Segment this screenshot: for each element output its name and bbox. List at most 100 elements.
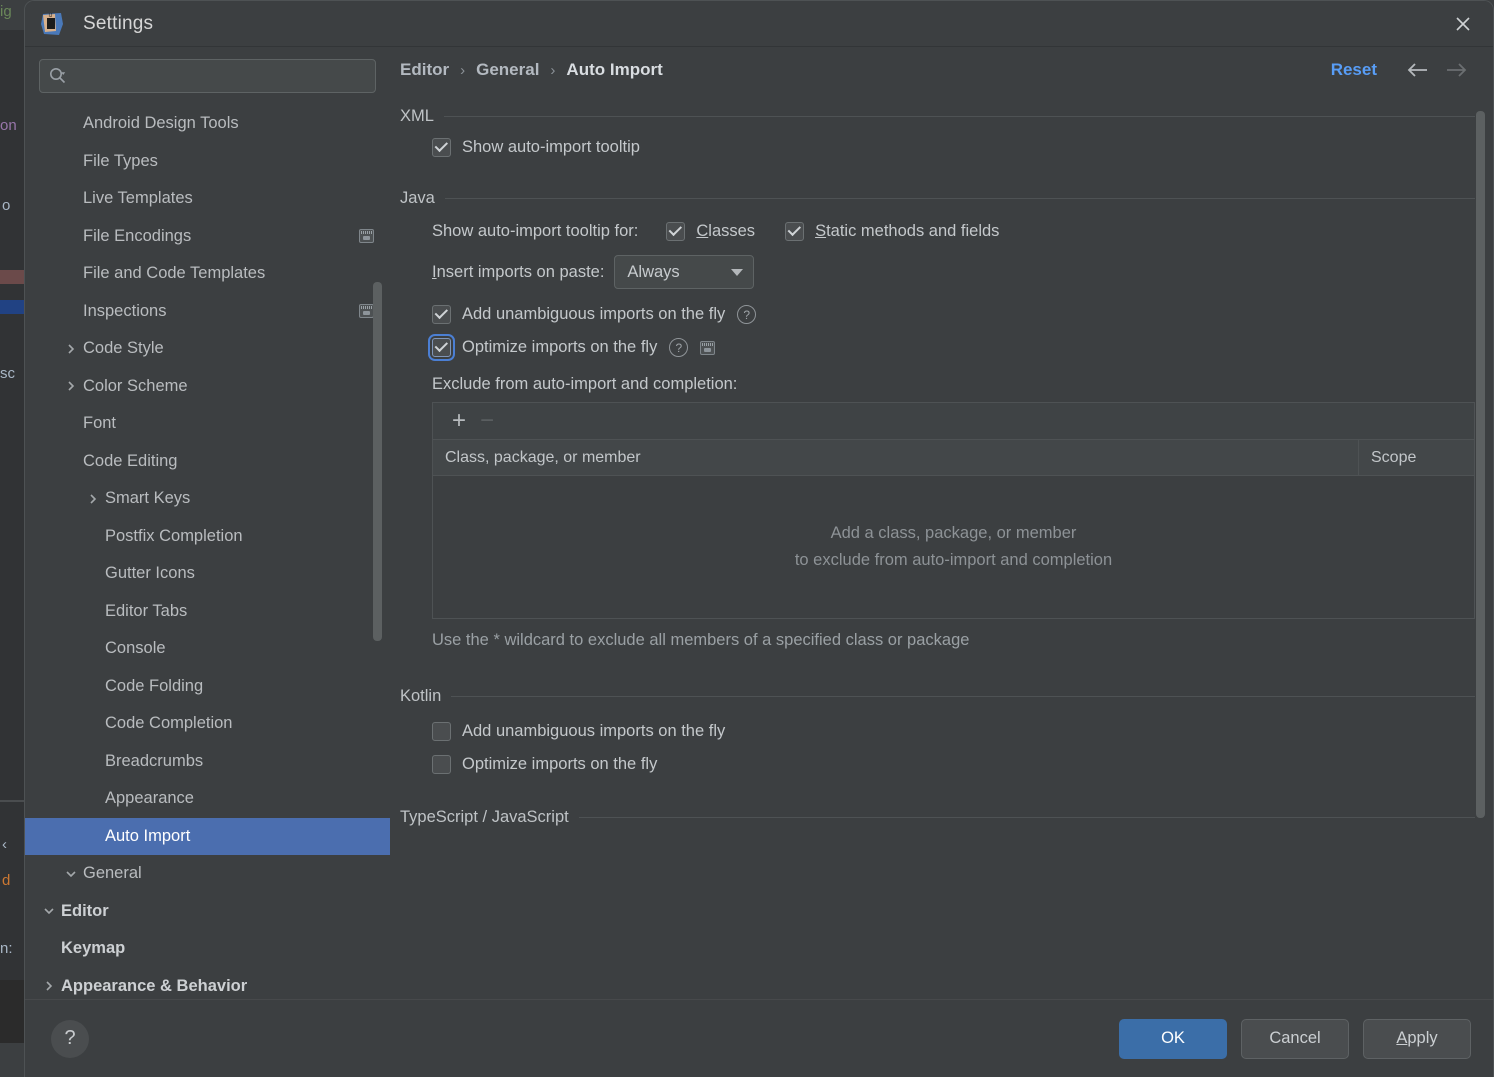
sidebar-item-file-encodings[interactable]: File Encodings xyxy=(25,218,390,256)
chevron-down-icon[interactable] xyxy=(61,855,81,893)
svg-text:IJ: IJ xyxy=(49,13,53,19)
search-box[interactable] xyxy=(39,59,376,93)
java-insert-imports-row: Insert imports on paste: Always xyxy=(400,255,1475,289)
java-optimize-label[interactable]: Optimize imports on the fly xyxy=(462,338,657,357)
column-header-scope: Scope xyxy=(1371,448,1417,466)
sidebar-item-android-design-tools[interactable]: Android Design Tools xyxy=(25,105,390,143)
sidebar-item-label: Color Scheme xyxy=(83,376,188,395)
settings-content: Editor › General › Auto Import Reset XML… xyxy=(390,47,1493,999)
sidebar-item-console[interactable]: Console xyxy=(25,630,390,668)
content-scrollbar-track[interactable] xyxy=(1476,93,1489,999)
sidebar-scrollbar-thumb[interactable] xyxy=(373,282,382,641)
breadcrumb-separator: › xyxy=(550,61,556,79)
java-add-unambiguous-label[interactable]: Add unambiguous imports on the fly xyxy=(462,305,725,324)
sidebar-item-code-completion[interactable]: Code Completion xyxy=(25,705,390,743)
sidebar-item-label: Font xyxy=(83,414,117,433)
sidebar-item-editor[interactable]: Editor xyxy=(25,893,390,931)
sidebar-item-postfix-completion[interactable]: Postfix Completion xyxy=(25,518,390,556)
java-classes-label[interactable]: Classes xyxy=(696,222,755,241)
chevron-right-icon[interactable] xyxy=(61,330,81,368)
xml-show-tooltip-row[interactable]: Show auto-import tooltip xyxy=(400,138,1475,157)
close-icon[interactable] xyxy=(1441,4,1485,44)
java-insert-rest: nsert imports on paste: xyxy=(436,262,605,281)
sidebar-item-gutter-icons[interactable]: Gutter Icons xyxy=(25,555,390,593)
question-mark-icon[interactable]: ? xyxy=(51,1019,89,1058)
sidebar-item-file-types[interactable]: File Types xyxy=(25,143,390,181)
arrow-right-icon[interactable] xyxy=(1437,61,1475,79)
sidebar-item-keymap[interactable]: Keymap xyxy=(25,930,390,968)
kotlin-add-unambiguous-label[interactable]: Add unambiguous imports on the fly xyxy=(462,722,725,741)
reset-link[interactable]: Reset xyxy=(1331,60,1377,80)
ok-button[interactable]: OK xyxy=(1119,1018,1227,1059)
sidebar-item-editor-tabs[interactable]: Editor Tabs xyxy=(25,593,390,631)
project-scope-badge-icon xyxy=(700,340,716,355)
java-add-unambiguous-row[interactable]: Add unambiguous imports on the fly ? xyxy=(400,305,1475,324)
xml-show-tooltip-checkbox[interactable] xyxy=(432,138,451,157)
ide-code-text: on xyxy=(0,117,17,134)
arrow-left-icon[interactable] xyxy=(1399,61,1437,79)
sidebar-item-code-folding[interactable]: Code Folding xyxy=(25,668,390,706)
kotlin-add-unambiguous-row[interactable]: Add unambiguous imports on the fly xyxy=(400,721,1475,741)
java-optimize-checkbox[interactable] xyxy=(428,334,455,361)
content-scrollbar-thumb[interactable] xyxy=(1476,111,1485,818)
chevron-right-icon[interactable] xyxy=(61,368,81,406)
breadcrumb-editor[interactable]: Editor xyxy=(400,60,449,80)
sidebar-item-label: Breadcrumbs xyxy=(105,751,204,770)
sidebar-item-label: Code Folding xyxy=(105,676,204,695)
java-static-methods-label[interactable]: Static methods and fields xyxy=(815,222,999,241)
chevron-right-icon[interactable] xyxy=(39,968,59,1000)
kotlin-optimize-label[interactable]: Optimize imports on the fly xyxy=(462,755,657,774)
sidebar-item-label: Editor xyxy=(61,901,109,920)
sidebar-scrollbar-track[interactable] xyxy=(373,103,386,999)
sidebar-item-inspections[interactable]: Inspections xyxy=(25,293,390,331)
sidebar-item-font[interactable]: Font xyxy=(25,405,390,443)
apply-rest: pply xyxy=(1407,1029,1438,1047)
settings-scroll-area[interactable]: XML Show auto-import tooltip Java Show a… xyxy=(390,93,1493,999)
sidebar-item-live-templates[interactable]: Live Templates xyxy=(25,180,390,218)
cancel-button[interactable]: Cancel xyxy=(1241,1018,1349,1059)
sidebar-item-breadcrumbs[interactable]: Breadcrumbs xyxy=(25,743,390,781)
sidebar-item-auto-import[interactable]: Auto Import xyxy=(25,817,390,855)
search-input[interactable] xyxy=(68,67,367,85)
java-optimize-row[interactable]: Optimize imports on the fly ? xyxy=(400,334,1475,361)
sidebar-item-appearance[interactable]: Appearance xyxy=(25,780,390,818)
sidebar-item-label: File and Code Templates xyxy=(83,264,266,283)
exclude-table-empty-state: Add a class, package, or member to exclu… xyxy=(433,476,1474,618)
breadcrumb-bar: Editor › General › Auto Import Reset xyxy=(390,47,1493,93)
settings-tree[interactable]: Android Design Tools File Types Live Templ… xyxy=(25,103,390,999)
kotlin-optimize-checkbox[interactable] xyxy=(432,754,451,774)
sidebar-item-file-and-code-templates[interactable]: File and Code Templates xyxy=(25,255,390,293)
column-header-class: Class, package, or member xyxy=(433,440,1359,475)
section-rule xyxy=(444,198,1475,199)
sidebar-item-label: Auto Import xyxy=(105,826,191,845)
exclude-table: + − Class, package, or member Scope Add … xyxy=(432,402,1475,619)
help-icon[interactable]: ? xyxy=(669,338,689,357)
sidebar-item-code-editing[interactable]: Code Editing xyxy=(25,443,390,481)
chevron-down-icon[interactable] xyxy=(39,893,59,931)
sidebar-item-general[interactable]: General xyxy=(25,855,390,893)
section-header-java: Java xyxy=(400,189,1475,208)
java-static-methods-checkbox[interactable] xyxy=(785,222,805,241)
xml-show-tooltip-label[interactable]: Show auto-import tooltip xyxy=(462,138,640,157)
minus-icon[interactable]: − xyxy=(473,407,501,435)
java-add-unambiguous-checkbox[interactable] xyxy=(432,305,451,324)
kotlin-add-unambiguous-checkbox[interactable] xyxy=(432,721,451,741)
apply-button[interactable]: Apply xyxy=(1363,1018,1471,1059)
sidebar-item-color-scheme[interactable]: Color Scheme xyxy=(25,368,390,406)
java-classes-checkbox[interactable] xyxy=(666,222,686,241)
sidebar-item-appearance-behavior[interactable]: Appearance & Behavior xyxy=(25,968,390,1000)
empty-state-line1: Add a class, package, or member xyxy=(830,524,1077,542)
breadcrumb-general[interactable]: General xyxy=(476,60,539,80)
chevron-right-icon[interactable] xyxy=(83,480,103,518)
dialog-title: Settings xyxy=(83,12,154,34)
section-header-typescript: TypeScript / JavaScript xyxy=(400,808,1475,827)
sidebar-item-label: Gutter Icons xyxy=(105,564,195,583)
search-icon xyxy=(48,66,68,86)
kotlin-optimize-row[interactable]: Optimize imports on the fly xyxy=(400,754,1475,774)
insert-imports-on-paste-select[interactable]: Always xyxy=(614,255,755,289)
sidebar-item-code-style[interactable]: Code Style xyxy=(25,330,390,368)
sidebar-item-label: Live Templates xyxy=(83,189,193,208)
sidebar-item-smart-keys[interactable]: Smart Keys xyxy=(25,480,390,518)
plus-icon[interactable]: + xyxy=(445,407,473,435)
help-icon[interactable]: ? xyxy=(737,305,757,324)
